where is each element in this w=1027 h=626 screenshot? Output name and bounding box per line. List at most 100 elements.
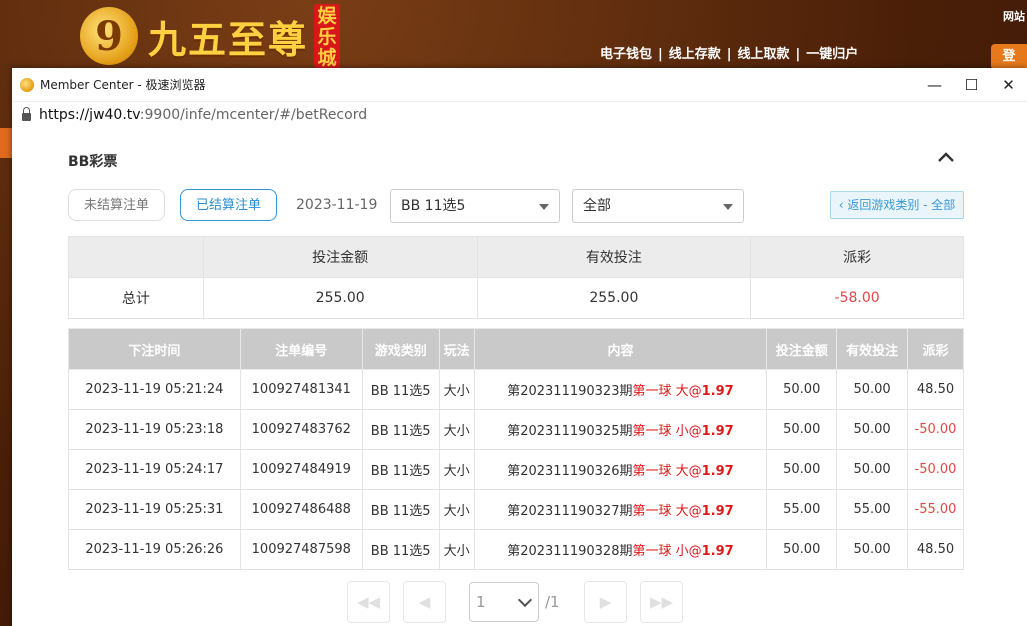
site-login-button[interactable]: 登 <box>991 44 1027 70</box>
type-select[interactable]: 全部 <box>572 189 744 223</box>
bet-amount: 55.00 <box>766 489 838 530</box>
table-row: 2023-11-19 05:24:17 100927484919 BB 11选5 大小… <box>68 449 964 490</box>
bet-amount: 50.00 <box>766 449 838 490</box>
address-bar[interactable]: https://jw40.tv:9900/infe/mcenter/#/betR… <box>12 102 1027 128</box>
url-text[interactable]: https://jw40.tv:9900/infe/mcenter/#/betR… <box>39 107 367 123</box>
lock-icon <box>22 106 31 121</box>
bet-payout: -55.00 <box>907 489 964 530</box>
bet-play: 大小 <box>438 409 475 450</box>
col-valid: 有效投注 <box>836 328 908 370</box>
maximize-icon[interactable]: ☐ <box>953 76 990 94</box>
bet-payout: 48.50 <box>907 369 964 410</box>
bet-content: 第202311190327期第一球 大@1.97 <box>473 489 768 530</box>
bet-id: 100927483762 <box>239 409 363 450</box>
chevron-down-icon <box>539 204 549 210</box>
nav-deposit[interactable]: 线上存款 <box>669 47 721 62</box>
bet-id: 100927481341 <box>239 369 363 410</box>
site-nav: 电子钱包 | 线上存款 | 线上取款 | 一键归户 <box>600 47 859 62</box>
last-page-button[interactable]: ▶▶ <box>640 581 683 623</box>
bet-amount: 50.00 <box>766 409 838 450</box>
summary-valid: 255.00 <box>476 277 752 319</box>
bet-pick: 第一球 大@ <box>632 384 702 399</box>
page-select[interactable]: 1 <box>469 582 539 622</box>
nav-withdraw[interactable]: 线上取款 <box>738 47 790 62</box>
chevron-up-icon[interactable] <box>936 147 956 167</box>
bet-play: 大小 <box>438 449 475 490</box>
window-title: Member Center - 极速浏览器 <box>40 78 206 92</box>
table-row: 2023-11-19 05:25:31 100927486488 BB 11选5 大小… <box>68 489 964 530</box>
bet-content: 第202311190326期第一球 大@1.97 <box>473 449 768 490</box>
bet-records-table: 下注时间 注单编号 游戏类别 玩法 内容 投注金额 有效投注 派彩 2023-1… <box>68 328 964 570</box>
bet-time: 2023-11-19 05:26:26 <box>68 529 241 570</box>
summary-header-blank <box>68 236 204 278</box>
filter-row: 未结算注单 已结算注单 2023-11-19 BB 11选5 全部 ‹ 返回游戏… <box>68 189 968 223</box>
bet-time: 2023-11-19 05:23:18 <box>68 409 241 450</box>
table-row: 2023-11-19 05:26:26 100927487598 BB 11选5 大小… <box>68 529 964 570</box>
table-row: 2023-11-19 05:21:24 100927481341 BB 11选5 大小… <box>68 369 964 410</box>
minimize-icon[interactable]: — <box>916 76 953 94</box>
bet-content: 第202311190323期第一球 大@1.97 <box>473 369 768 410</box>
page-total: /1 <box>545 593 560 611</box>
next-page-button[interactable]: ▶ <box>584 581 627 623</box>
bet-valid: 50.00 <box>836 529 908 570</box>
bet-id: 100927486488 <box>239 489 363 530</box>
bet-odds: 1.97 <box>701 424 734 439</box>
bet-content: 第202311190328期第一球 小@1.97 <box>473 529 768 570</box>
summary-amount: 255.00 <box>202 277 478 319</box>
col-payout: 派彩 <box>907 328 964 370</box>
nav-consolidate[interactable]: 一键归户 <box>806 47 858 62</box>
site-top-right-link[interactable]: 网站 <box>1003 8 1025 24</box>
summary-header-amount: 投注金额 <box>202 236 478 278</box>
summary-header-payout: 派彩 <box>750 236 964 278</box>
close-icon[interactable]: ✕ <box>990 76 1027 94</box>
col-bet-time: 下注时间 <box>68 328 241 370</box>
bet-game: BB 11选5 <box>361 409 440 450</box>
window-titlebar[interactable]: Member Center - 极速浏览器 — ☐ ✕ <box>12 68 1027 102</box>
unsettled-bets-button[interactable]: 未结算注单 <box>68 189 165 221</box>
prev-page-button[interactable]: ◀ <box>403 581 446 623</box>
back-to-categories-button[interactable]: ‹ 返回游戏类别 - 全部 <box>830 191 964 219</box>
bet-valid: 50.00 <box>836 409 908 450</box>
bet-amount: 50.00 <box>766 529 838 570</box>
bet-game: BB 11选5 <box>361 369 440 410</box>
bet-amount: 50.00 <box>766 369 838 410</box>
col-content: 内容 <box>473 328 768 370</box>
bet-odds: 1.97 <box>701 464 734 479</box>
bet-payout: -50.00 <box>907 449 964 490</box>
bet-time: 2023-11-19 05:21:24 <box>68 369 241 410</box>
settled-bets-button[interactable]: 已结算注单 <box>180 189 277 221</box>
date-label[interactable]: 2023-11-19 <box>296 197 377 213</box>
section-title: BB彩票 <box>68 154 118 170</box>
site-logo[interactable]: 9 九五至尊 娱乐城 <box>80 4 341 68</box>
bet-valid: 50.00 <box>836 449 908 490</box>
bet-pick: 第一球 大@ <box>632 464 702 479</box>
browser-window: Member Center - 极速浏览器 — ☐ ✕ https://jw40… <box>12 68 1027 626</box>
bet-content: 第202311190325期第一球 小@1.97 <box>473 409 768 450</box>
bet-game: BB 11选5 <box>361 489 440 530</box>
bet-game: BB 11选5 <box>361 449 440 490</box>
pagination: ◀◀ ◀ 1 /1 ▶ ▶▶ <box>347 581 747 625</box>
bet-period: 第202311190327期 <box>507 504 633 519</box>
bet-valid: 50.00 <box>836 369 908 410</box>
bet-odds: 1.97 <box>701 504 734 519</box>
bet-pick: 第一球 大@ <box>632 504 702 519</box>
bet-id: 100927487598 <box>239 529 363 570</box>
bet-period: 第202311190328期 <box>507 544 633 559</box>
col-amount: 投注金额 <box>766 328 838 370</box>
bet-payout: 48.50 <box>907 529 964 570</box>
nav-wallet[interactable]: 电子钱包 <box>600 47 652 62</box>
bet-odds: 1.97 <box>701 544 734 559</box>
records-header-row: 下注时间 注单编号 游戏类别 玩法 内容 投注金额 有效投注 派彩 <box>68 328 964 370</box>
bet-period: 第202311190323期 <box>507 384 633 399</box>
site-left-tab <box>0 128 12 158</box>
col-play: 玩法 <box>438 328 475 370</box>
bet-valid: 55.00 <box>836 489 908 530</box>
bet-period: 第202311190325期 <box>507 424 633 439</box>
game-select[interactable]: BB 11选5 <box>390 189 560 223</box>
first-page-button[interactable]: ◀◀ <box>347 581 390 623</box>
col-bet-id: 注单编号 <box>239 328 363 370</box>
chevron-down-icon <box>723 204 733 210</box>
member-center-content: BB彩票 未结算注单 已结算注单 2023-11-19 BB 11选5 全部 ‹… <box>12 127 1027 626</box>
logo-tag: 娱乐城 <box>314 4 341 68</box>
summary-payout: -58.00 <box>750 277 964 319</box>
